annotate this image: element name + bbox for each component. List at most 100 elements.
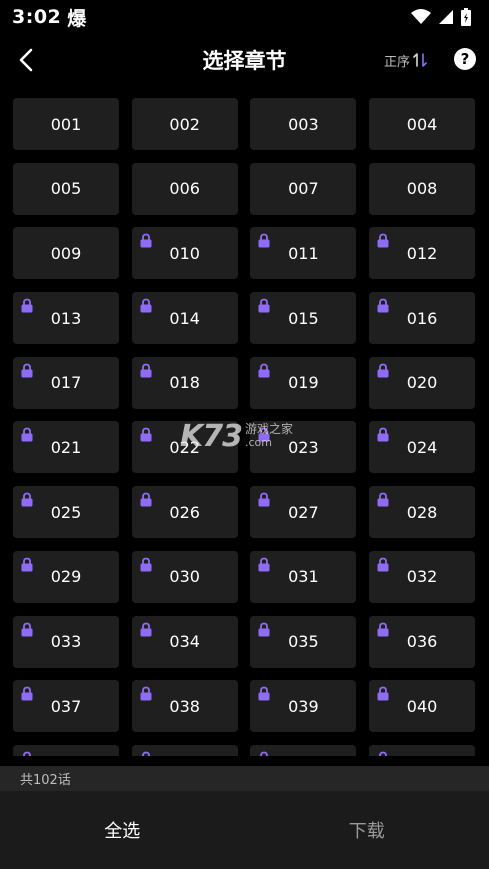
- chapter-cell[interactable]: 035: [250, 615, 357, 668]
- chapter-cell[interactable]: 030: [131, 550, 238, 603]
- wifi-icon: [411, 9, 431, 24]
- chapter-cell[interactable]: 004: [369, 98, 476, 150]
- back-button[interactable]: [10, 44, 42, 76]
- chapter-cell[interactable]: 015: [250, 292, 357, 345]
- lock-icon: [140, 428, 152, 442]
- chapter-cell[interactable]: 036: [369, 615, 476, 668]
- chapter-cell[interactable]: 025: [13, 486, 119, 539]
- chapter-number: 037: [50, 696, 82, 716]
- chapter-cell[interactable]: 018: [131, 356, 238, 409]
- chapter-cell[interactable]: 038: [131, 680, 238, 733]
- chapter-number: 025: [50, 502, 82, 522]
- chapter-cell[interactable]: 024: [369, 421, 476, 474]
- chapter-cell[interactable]: 001: [13, 98, 119, 150]
- chapter-number: 033: [50, 632, 82, 651]
- chapter-number: 012: [406, 243, 438, 263]
- lock-icon: [21, 492, 33, 507]
- lock-icon: [258, 363, 270, 378]
- chapter-cell[interactable]: [131, 744, 238, 756]
- lock-icon: [260, 751, 269, 756]
- chapter-cell[interactable]: 040: [369, 680, 476, 733]
- chapter-number: 040: [406, 696, 438, 716]
- chapter-cell[interactable]: 029: [13, 550, 119, 603]
- chapter-cell[interactable]: [13, 744, 119, 756]
- chapter-cell[interactable]: [369, 744, 476, 756]
- chapter-cell[interactable]: 003: [250, 98, 357, 150]
- lock-icon: [258, 686, 270, 701]
- chapter-cell[interactable]: 019: [250, 356, 357, 409]
- select-all-button[interactable]: 全选: [0, 791, 245, 869]
- help-button[interactable]: ?: [454, 48, 476, 70]
- lock-icon: [377, 686, 389, 701]
- chapter-cell[interactable]: 012: [369, 227, 476, 280]
- lock-icon: [377, 428, 389, 442]
- lock-icon: [140, 233, 152, 248]
- chapter-cell[interactable]: 034: [131, 615, 238, 668]
- chapter-count: 共102话: [20, 773, 71, 788]
- chapter-grid: 001 002 003 004 005 006 007 008 009 010 011 012 013 0…: [13, 98, 476, 756]
- chapter-number: 027: [288, 502, 319, 522]
- lock-icon: [21, 622, 33, 636]
- lock-icon: [21, 363, 33, 378]
- chapter-cell[interactable]: 020: [369, 356, 476, 409]
- chapter-cell[interactable]: 010: [131, 227, 238, 280]
- download-button[interactable]: 下载: [245, 791, 489, 869]
- chapter-count-bar: 共102话: [0, 766, 489, 791]
- lock-icon: [377, 622, 389, 636]
- chapter-number: 024: [406, 437, 438, 457]
- chapter-cell[interactable]: 016: [369, 292, 476, 345]
- chapter-cell[interactable]: 013: [13, 292, 119, 345]
- lock-icon: [258, 622, 270, 636]
- chapter-cell[interactable]: 023: [250, 421, 357, 474]
- chapter-cell[interactable]: 006: [131, 162, 238, 215]
- chapter-number: 015: [288, 308, 319, 328]
- chapter-number: 002: [169, 114, 200, 134]
- chapter-number: 004: [406, 114, 438, 134]
- chapter-cell[interactable]: 026: [131, 486, 238, 539]
- signal-icon: [439, 10, 453, 24]
- chapter-cell[interactable]: 027: [250, 486, 357, 539]
- chapter-cell[interactable]: 021: [13, 421, 119, 474]
- chapter-number: 031: [288, 567, 319, 587]
- chapter-cell[interactable]: 002: [131, 98, 238, 150]
- battery-icon: [461, 8, 471, 26]
- chapter-grid-scroll[interactable]: 001 002 003 004 005 006 007 008 009 010 011 012 013 0…: [0, 86, 489, 756]
- chapter-cell[interactable]: 014: [131, 292, 238, 345]
- chapter-number: 019: [288, 373, 319, 393]
- chapter-cell[interactable]: 039: [250, 680, 357, 733]
- chapter-cell[interactable]: 005: [13, 162, 119, 215]
- lock-icon: [140, 622, 152, 636]
- lock-icon: [21, 557, 33, 572]
- chapter-cell[interactable]: 028: [369, 486, 476, 539]
- lock-icon: [21, 686, 33, 701]
- chapter-cell[interactable]: 037: [13, 680, 119, 733]
- chapter-number: 020: [406, 373, 438, 393]
- lock-icon: [379, 751, 387, 756]
- chapter-number: 011: [288, 243, 319, 263]
- sort-order-button[interactable]: 正序: [384, 48, 427, 72]
- chapter-number: 028: [406, 502, 438, 522]
- lock-icon: [140, 298, 152, 313]
- chapter-cell[interactable]: 032: [369, 550, 476, 603]
- chapter-number: 035: [288, 632, 319, 651]
- chapter-cell[interactable]: 008: [369, 162, 476, 215]
- chapter-cell[interactable]: 011: [250, 227, 357, 280]
- lock-icon: [258, 233, 270, 248]
- chapter-number: 010: [169, 243, 200, 263]
- lock-icon: [258, 428, 270, 442]
- chapter-cell[interactable]: 017: [13, 356, 119, 409]
- chapter-number: 029: [50, 567, 82, 587]
- lock-icon: [258, 492, 270, 507]
- chapter-number: 032: [406, 567, 438, 587]
- lock-icon: [21, 428, 33, 442]
- chapter-cell[interactable]: 033: [13, 615, 119, 668]
- chapter-cell[interactable]: [250, 744, 357, 756]
- lock-icon: [140, 363, 152, 378]
- lock-icon: [377, 492, 389, 507]
- chapter-cell[interactable]: 022: [131, 421, 238, 474]
- lock-icon: [377, 233, 389, 248]
- chapter-cell[interactable]: 007: [250, 162, 357, 215]
- chapter-cell[interactable]: 031: [250, 550, 357, 603]
- lock-icon: [258, 557, 270, 572]
- chapter-cell[interactable]: 009: [13, 227, 119, 280]
